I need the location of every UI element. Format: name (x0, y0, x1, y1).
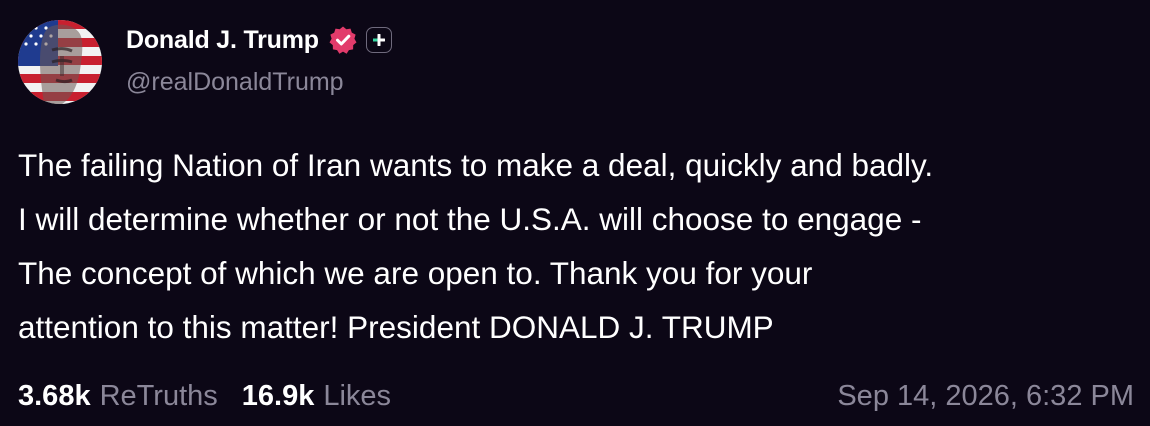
retruths-count[interactable]: 3.68k (18, 380, 91, 413)
retruths-label[interactable]: ReTruths (100, 380, 218, 413)
verified-badge-icon (328, 25, 358, 55)
author-handle[interactable]: @realDonaldTrump (126, 68, 344, 97)
author-display-name[interactable]: Donald J. Trump (126, 26, 319, 55)
post-text-line: attention to this matter! President DONA… (18, 309, 774, 345)
post-text-line: The concept of which we are open to. Tha… (18, 255, 813, 291)
post-text-line: The failing Nation of Iran wants to make… (18, 147, 934, 183)
likes-count[interactable]: 16.9k (242, 380, 315, 413)
post-timestamp[interactable]: Sep 14, 2026, 6:32 PM (837, 380, 1134, 413)
author-name-row: Donald J. Trump (126, 22, 392, 58)
post-card: Donald J. Trump @realDonaldTrump The fai… (0, 0, 1150, 426)
likes-label[interactable]: Likes (323, 380, 391, 413)
post-text: The failing Nation of Iran wants to make… (18, 138, 1143, 354)
avatar-portrait-flag (18, 20, 102, 104)
post-text-line: I will determine whether or not the U.S.… (18, 201, 922, 237)
plus-badge-icon (365, 27, 392, 53)
post-stats: 3.68k ReTruths 16.9k Likes (18, 380, 391, 413)
avatar[interactable] (18, 20, 102, 104)
